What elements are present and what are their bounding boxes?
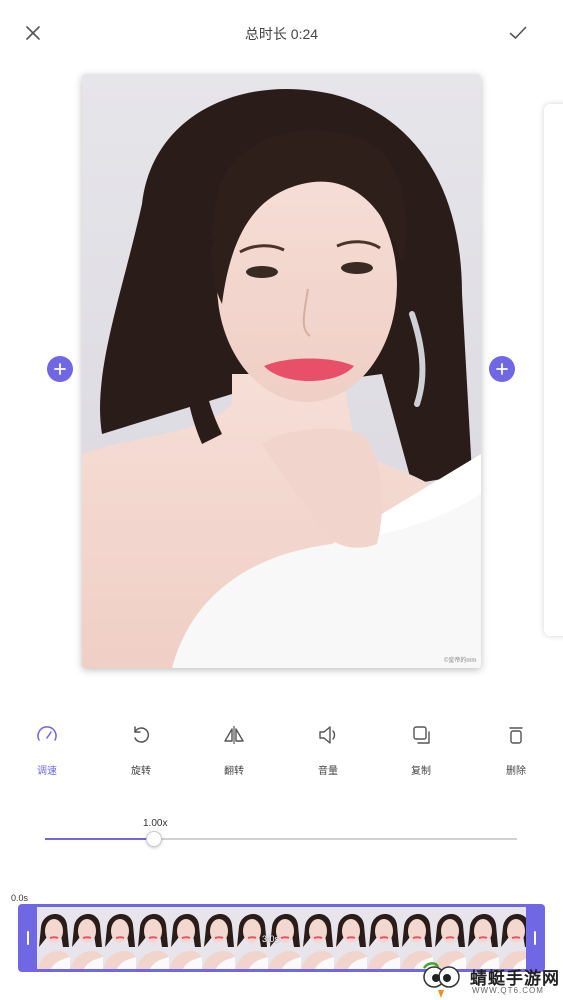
filmstrip-frame [169,907,202,969]
speed-value-label: 1.00x [143,818,168,829]
check-icon [509,26,527,39]
rotate-icon [134,726,150,743]
tool-label: 音量 [318,766,338,777]
tool-label: 旋转 [131,766,151,777]
photo-preview[interactable]: ©皇帝的mm [82,74,481,668]
photo-watermark: ©皇帝的mm [444,656,476,664]
filmstrip-frame [367,907,400,969]
dragonfly-logo-icon [422,962,460,998]
trash-icon [509,727,523,744]
copy-icon [413,726,430,744]
plus-icon [54,363,66,375]
add-clip-before-button[interactable] [47,356,73,382]
trim-handle-right[interactable] [534,931,536,945]
tool-rotate[interactable]: 旋转 [111,720,171,777]
speed-slider-fill [45,838,154,840]
edit-toolbar: 调速 旋转 翻转 音量 复制 删除 [0,720,563,780]
plus-icon [496,363,508,375]
flip-icon [224,726,244,744]
timeline-start-time: 0.0s [11,893,29,903]
trim-handle-left[interactable] [27,931,29,945]
site-url: WWW.QT6.COM [472,986,544,995]
filmstrip-frame [70,907,103,969]
portrait-image: ©皇帝的mm [82,74,481,668]
tool-label: 调速 [37,766,57,777]
next-clip-card[interactable] [544,104,563,636]
clip-duration-label: 3.0s [262,934,280,944]
top-bar: 总时长 0:24 [0,0,563,68]
filmstrip-frame [334,907,367,969]
filmstrip-frame [301,907,334,969]
speed-slider-track[interactable] [45,838,517,840]
filmstrip-frame [136,907,169,969]
tool-delete[interactable]: 删除 [486,720,546,777]
speed-slider-thumb[interactable] [145,831,162,847]
tool-label: 复制 [411,766,431,777]
page-title: 总时长 0:24 [244,26,319,42]
filmstrip-frame [202,907,235,969]
site-watermark: 蜻蜓手游网 WWW.QT6.COM [416,960,563,1000]
tool-flip[interactable]: 翻转 [204,720,264,777]
tool-volume[interactable]: 音量 [298,720,358,777]
confirm-button[interactable] [503,18,533,48]
tool-copy[interactable]: 复制 [391,720,451,777]
tool-label: 删除 [506,766,526,777]
add-clip-after-button[interactable] [489,356,515,382]
speedometer-icon [37,726,57,741]
filmstrip-frame [37,907,70,969]
tool-label: 翻转 [224,766,244,777]
tool-speed[interactable]: 调速 [17,720,77,777]
volume-icon [319,726,336,744]
filmstrip-frame [103,907,136,969]
